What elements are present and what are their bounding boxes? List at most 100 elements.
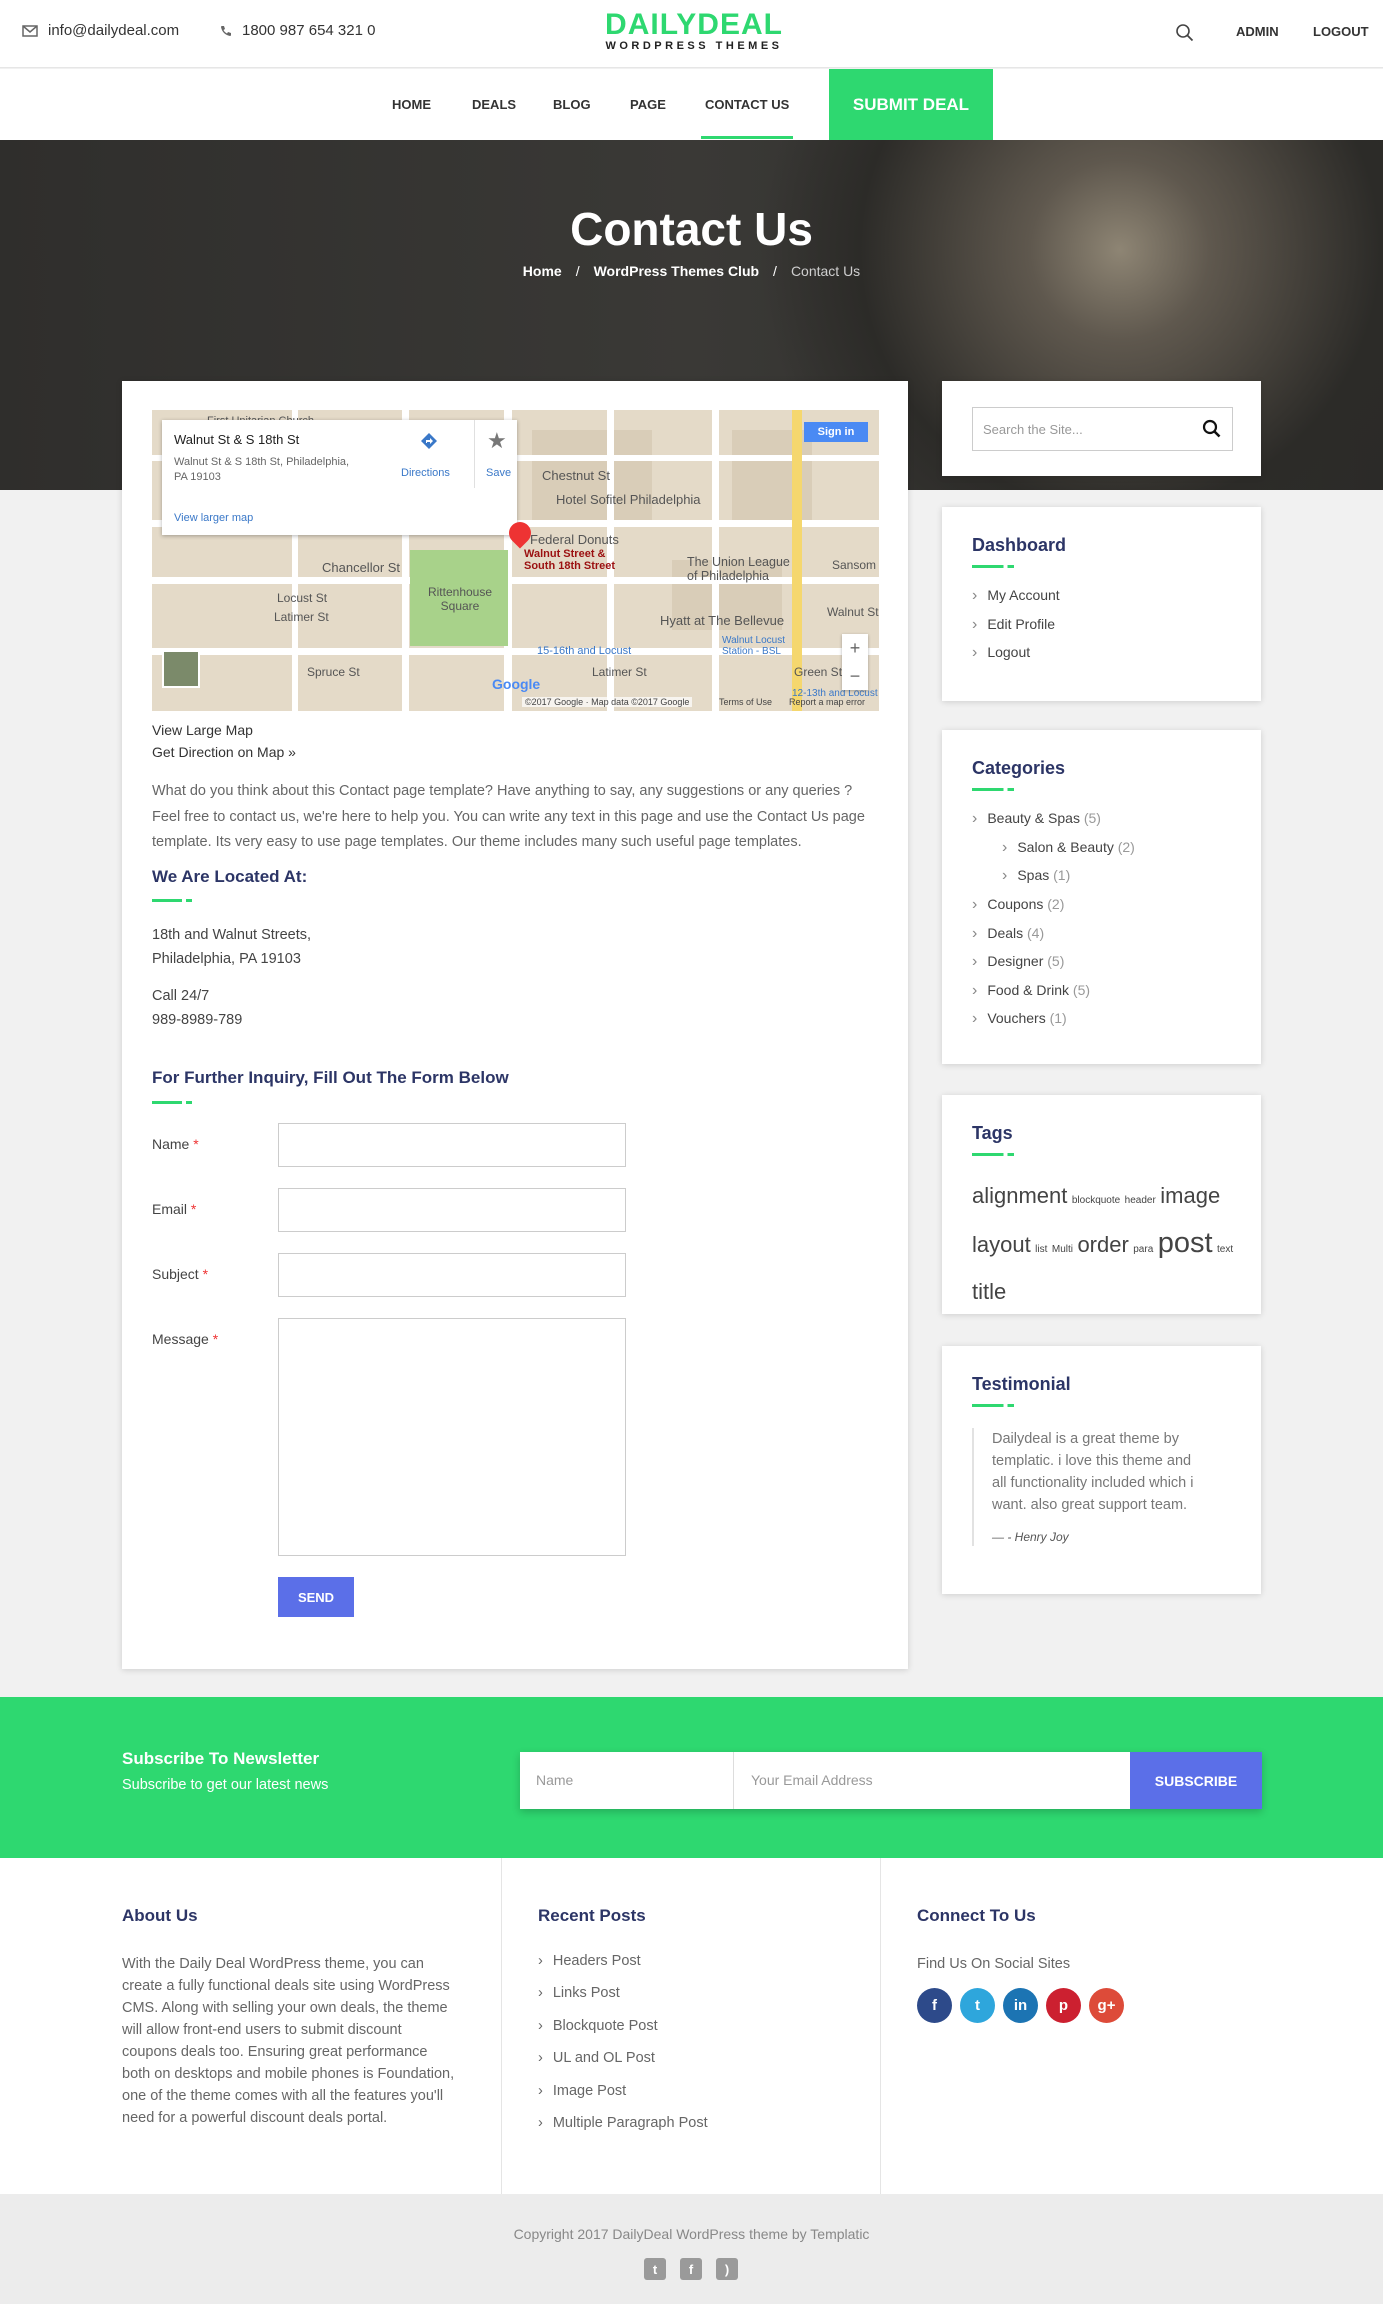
category-count: (2) — [1117, 839, 1135, 855]
zoom-out-button[interactable]: − — [842, 662, 868, 690]
linkedin-icon[interactable]: in — [1003, 1988, 1038, 2023]
tag-link[interactable]: list — [1035, 1244, 1047, 1255]
email-input[interactable] — [278, 1188, 626, 1232]
form-heading: For Further Inquiry, Fill Out The Form B… — [152, 1068, 509, 1087]
name-input[interactable] — [278, 1123, 626, 1167]
google-plus-icon[interactable]: g+ — [1089, 1988, 1124, 2023]
star-icon[interactable]: ★ — [487, 428, 507, 454]
recent-post-link[interactable]: Headers Post — [538, 1953, 641, 1969]
nav-deals[interactable]: DEALS — [472, 97, 516, 112]
about-line: one of the theme comes with all the feat… — [122, 2088, 444, 2104]
map-place-title: Walnut St & S 18th St — [174, 432, 300, 447]
twitter-icon[interactable]: t — [960, 1988, 995, 2023]
submit-deal-button[interactable]: SUBMIT DEAL — [829, 69, 993, 140]
category-item[interactable]: Deals (4) — [972, 925, 1044, 943]
view-larger-map-link[interactable]: View larger map — [174, 512, 253, 524]
recent-post-link[interactable]: UL and OL Post — [538, 2050, 655, 2066]
category-item[interactable]: Vouchers (1) — [972, 1010, 1066, 1028]
contact-email[interactable]: info@dailydeal.com — [22, 22, 179, 39]
tag-link[interactable]: title — [972, 1279, 1006, 1304]
heading-underline — [972, 788, 1014, 791]
facebook-icon[interactable]: f — [917, 1988, 952, 2023]
category-count: (1) — [1053, 867, 1071, 883]
search-input[interactable]: Search the Site... — [972, 407, 1233, 451]
heading-underline — [972, 1404, 1014, 1407]
send-button[interactable]: SEND — [278, 1577, 354, 1617]
recent-post-link[interactable]: Image Post — [538, 2083, 626, 2099]
breadcrumb-home[interactable]: Home — [523, 263, 562, 279]
tag-link[interactable]: post — [1158, 1227, 1213, 1259]
map-report-link[interactable]: Report a map error — [789, 697, 865, 707]
category-item[interactable]: Spas (1) — [1002, 867, 1070, 885]
contact-phone[interactable]: 1800 987 654 321 0 — [220, 22, 375, 39]
tag-link[interactable]: order — [1077, 1232, 1128, 1257]
tag-link[interactable]: layout — [972, 1232, 1031, 1257]
search-widget: Search the Site... — [942, 381, 1261, 476]
category-item[interactable]: Salon & Beauty (2) — [1002, 839, 1135, 857]
call-number[interactable]: 989-8989-789 — [152, 1008, 242, 1032]
tag-link[interactable]: alignment — [972, 1183, 1067, 1208]
google-map[interactable]: Rittenhouse Square First Unitarian Churc… — [152, 410, 879, 711]
testimonial-line: Dailydeal is a great theme by — [992, 1431, 1179, 1447]
directions-icon[interactable] — [420, 432, 438, 450]
footer-divider — [501, 1858, 502, 2194]
directions-link[interactable]: Directions — [401, 467, 450, 479]
nav-contact-us[interactable]: CONTACT US — [705, 97, 789, 112]
tag-link[interactable]: Multi — [1052, 1244, 1073, 1255]
category-item[interactable]: Designer (5) — [972, 953, 1064, 971]
view-large-map-link[interactable]: View Large Map — [152, 719, 296, 741]
logout-link[interactable]: LOGOUT — [1313, 24, 1369, 39]
search-placeholder: Search the Site... — [983, 422, 1083, 437]
dashboard-edit-profile[interactable]: Edit Profile — [972, 616, 1055, 634]
required-mark: * — [212, 1331, 219, 1347]
newsletter-name-input[interactable]: Name — [520, 1752, 734, 1809]
nav-page[interactable]: PAGE — [630, 97, 666, 112]
category-count: (4) — [1027, 925, 1045, 941]
map-sign-in-button[interactable]: Sign in — [804, 422, 868, 442]
save-link[interactable]: Save — [486, 467, 511, 479]
contact-content-card: Rittenhouse Square First Unitarian Churc… — [122, 381, 908, 1669]
category-item[interactable]: Beauty & Spas (5) — [972, 810, 1101, 828]
rss-icon[interactable]: ) — [716, 2258, 738, 2280]
recent-post-link[interactable]: Multiple Paragraph Post — [538, 2115, 708, 2131]
search-icon[interactable] — [1175, 23, 1195, 43]
search-icon[interactable] — [1202, 419, 1222, 439]
dashboard-my-account[interactable]: My Account — [972, 587, 1059, 605]
pinterest-icon[interactable]: p — [1046, 1988, 1081, 2023]
get-direction-link[interactable]: Get Direction on Map » — [152, 741, 296, 763]
recent-posts-title: Recent Posts — [538, 1906, 646, 1925]
category-item[interactable]: Food & Drink (5) — [972, 982, 1090, 1000]
testimonial-line: want. also great support team. — [992, 1497, 1188, 1513]
zoom-in-button[interactable]: + — [842, 634, 868, 662]
dashboard-logout[interactable]: Logout — [972, 644, 1030, 662]
nav-home[interactable]: HOME — [392, 97, 431, 112]
phone-text: 1800 987 654 321 0 — [242, 22, 376, 39]
breadcrumb-themes-club[interactable]: WordPress Themes Club — [594, 263, 759, 279]
logo[interactable]: DAILYDEAL WORDPRESS THEMES — [594, 10, 794, 53]
map-label: Latimer St — [274, 610, 329, 624]
map-label: Walnut St — [827, 605, 879, 619]
nav-blog[interactable]: BLOG — [553, 97, 591, 112]
newsletter-name-placeholder: Name — [536, 1772, 574, 1788]
tag-link[interactable]: para — [1133, 1244, 1153, 1255]
category-name: Coupons — [987, 896, 1044, 912]
subject-input[interactable] — [278, 1253, 626, 1297]
message-textarea[interactable] — [278, 1318, 626, 1556]
categories-title: Categories — [972, 758, 1066, 778]
about-title: About Us — [122, 1906, 198, 1925]
newsletter-email-input[interactable]: Your Email Address — [735, 1752, 1129, 1809]
recent-post-link[interactable]: Blockquote Post — [538, 2018, 658, 2034]
tag-link[interactable]: blockquote — [1072, 1195, 1120, 1206]
facebook-icon[interactable]: f — [680, 2258, 702, 2280]
satellite-toggle[interactable] — [162, 650, 200, 688]
category-item[interactable]: Coupons (2) — [972, 896, 1064, 914]
map-terms-link[interactable]: Terms of Use — [719, 697, 772, 707]
subscribe-button[interactable]: SUBSCRIBE — [1130, 1752, 1262, 1809]
admin-link[interactable]: ADMIN — [1236, 24, 1279, 39]
recent-post-link[interactable]: Links Post — [538, 1985, 620, 2001]
tag-link[interactable]: header — [1125, 1195, 1156, 1206]
tag-link[interactable]: image — [1160, 1183, 1220, 1208]
twitter-icon[interactable]: t — [644, 2258, 666, 2280]
tag-link[interactable]: text — [1217, 1244, 1233, 1255]
call-label: Call 24/7 — [152, 988, 210, 1004]
